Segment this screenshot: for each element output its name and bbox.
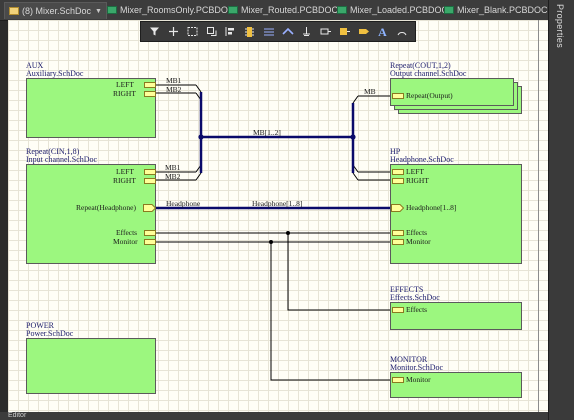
tab-mixer-roomsonly[interactable]: Mixer_RoomsOnly.PCBDOC bbox=[107, 2, 234, 18]
sheet-entry-aux-left[interactable] bbox=[144, 82, 156, 88]
tab-mixer-schdoc[interactable]: (8) Mixer.SchDoc ▼ bbox=[4, 2, 107, 19]
schematic-doc-icon bbox=[9, 7, 19, 15]
sheet-filename-input: Input channel.SchDoc bbox=[26, 155, 98, 164]
power-port-icon[interactable] bbox=[300, 25, 314, 39]
filter-icon[interactable] bbox=[148, 25, 162, 39]
sheet-entry-label: LEFT bbox=[116, 80, 134, 89]
sheet-entry-label: Headphone[1..8] bbox=[406, 203, 457, 212]
sheet-filename-power: Power.SchDoc bbox=[26, 329, 74, 338]
arc-icon[interactable] bbox=[395, 25, 409, 39]
tab-label: (8) Mixer.SchDoc bbox=[22, 6, 92, 16]
properties-panel[interactable]: Properties bbox=[548, 0, 574, 420]
sheet-entry-label: Effects bbox=[406, 305, 428, 314]
sheet-symbol-aux[interactable] bbox=[26, 78, 156, 138]
sheet-filename-monitor: Monitor.SchDoc bbox=[390, 363, 444, 372]
sheet-entry-input-monitor[interactable] bbox=[144, 239, 156, 245]
crosshair-icon[interactable] bbox=[167, 25, 181, 39]
sheet-entry-label: RIGHT bbox=[113, 176, 136, 185]
bus-net-label-headphone: Headphone[1..8] bbox=[252, 199, 303, 208]
pcb-doc-icon bbox=[228, 6, 238, 14]
select-rect-icon[interactable] bbox=[186, 25, 200, 39]
sheet-filename-output: Output channel.SchDoc bbox=[390, 69, 467, 78]
sheet-entry-label: RIGHT bbox=[406, 176, 429, 185]
pcb-doc-icon bbox=[107, 6, 117, 14]
net-label-icon[interactable] bbox=[319, 25, 333, 39]
sheet-entry-label: Repeat(Output) bbox=[406, 91, 453, 100]
pcb-doc-icon bbox=[337, 6, 347, 14]
tab-mixer-routed[interactable]: Mixer_Routed.PCBDOC bbox=[228, 2, 338, 18]
sheet-filename-hp: Headphone.SchDoc bbox=[390, 155, 454, 164]
align-icon[interactable] bbox=[224, 25, 238, 39]
sheet-entry-input-effects[interactable] bbox=[144, 230, 156, 236]
sheet-entry-hp-left[interactable] bbox=[392, 169, 404, 175]
net-label-mb: MB bbox=[364, 87, 376, 96]
sheet-entry-aux-right[interactable] bbox=[144, 91, 156, 97]
sheet-entry-label: Monitor bbox=[406, 375, 431, 384]
tab-label: Mixer_RoomsOnly.PCBDOC bbox=[120, 5, 235, 15]
sheet-entry-label: Repeat(Headphone) bbox=[76, 203, 136, 212]
sheet-entry-effects[interactable] bbox=[392, 307, 404, 313]
active-bar-toolbar: A bbox=[140, 21, 416, 42]
sheet-entry-input-right[interactable] bbox=[144, 178, 156, 184]
editor-tab[interactable]: Editor bbox=[8, 412, 26, 420]
net-label-mb2: MB2 bbox=[165, 172, 181, 181]
tab-mixer-blank[interactable]: Mixer_Blank.PCBDOC bbox=[444, 2, 548, 18]
sheet-entry-label: RIGHT bbox=[113, 89, 136, 98]
net-label-mb1: MB1 bbox=[165, 163, 181, 172]
sheet-filename-aux: Auxiliary.SchDoc bbox=[26, 69, 84, 78]
harness-icon[interactable] bbox=[338, 25, 352, 39]
tab-label: Mixer_Routed.PCBDOC bbox=[241, 5, 339, 15]
sheet-entry-hp-headphone[interactable] bbox=[391, 204, 404, 212]
sheet-entry-hp-monitor[interactable] bbox=[392, 239, 404, 245]
sheet-entry-hp-effects[interactable] bbox=[392, 230, 404, 236]
sheet-entry-input-headphone[interactable] bbox=[143, 204, 156, 212]
text-icon-glyph: A bbox=[378, 24, 387, 39]
sheet-symbol-power[interactable] bbox=[26, 338, 156, 394]
bus-net-label-mb: MB[1..2] bbox=[253, 128, 281, 137]
port-icon[interactable] bbox=[357, 25, 371, 39]
sheet-entry-label: LEFT bbox=[116, 167, 134, 176]
schematic-canvas[interactable]: AUX Auxiliary.SchDoc LEFT RIGHT MB1 MB2 … bbox=[8, 20, 548, 412]
place-part-icon[interactable] bbox=[243, 25, 257, 39]
sheet-entry-hp-right[interactable] bbox=[392, 178, 404, 184]
sheet-entry-label: Effects bbox=[116, 228, 138, 237]
tab-label: Mixer_Loaded.PCBDOC bbox=[350, 5, 449, 15]
pcb-doc-icon bbox=[444, 6, 454, 14]
properties-panel-label[interactable]: Properties bbox=[555, 4, 565, 48]
tab-label: Mixer_Blank.PCBDOC bbox=[457, 5, 548, 15]
sheet-entry-output-repeat[interactable] bbox=[392, 93, 404, 99]
bus-icon[interactable] bbox=[281, 25, 295, 39]
net-label-headphone: Headphone bbox=[166, 199, 201, 208]
sheet-entry-input-left[interactable] bbox=[144, 169, 156, 175]
sheet-filename-effects: Effects.SchDoc bbox=[390, 293, 440, 302]
sheet-entry-monitor[interactable] bbox=[392, 377, 404, 383]
sheet-symbol-input[interactable] bbox=[26, 164, 156, 264]
chevron-down-icon[interactable]: ▼ bbox=[95, 8, 102, 15]
tab-mixer-loaded[interactable]: Mixer_Loaded.PCBDOC bbox=[337, 2, 448, 18]
text-icon[interactable]: A bbox=[376, 25, 390, 39]
net-label-mb1: MB1 bbox=[166, 76, 182, 85]
document-tab-bar: (8) Mixer.SchDoc ▼ Mixer_RoomsOnly.PCBDO… bbox=[0, 0, 548, 21]
sheet-entry-label: LEFT bbox=[406, 167, 424, 176]
move-icon[interactable] bbox=[205, 25, 219, 39]
status-bar: Editor bbox=[0, 412, 548, 420]
wire-icon[interactable] bbox=[262, 25, 276, 39]
sheet-entry-label: Monitor bbox=[113, 237, 138, 246]
net-label-mb2: MB2 bbox=[166, 85, 182, 94]
effects-monitor-wires bbox=[156, 232, 390, 381]
sheet-entry-label: Monitor bbox=[406, 237, 431, 246]
sheet-entry-label: Effects bbox=[406, 228, 428, 237]
